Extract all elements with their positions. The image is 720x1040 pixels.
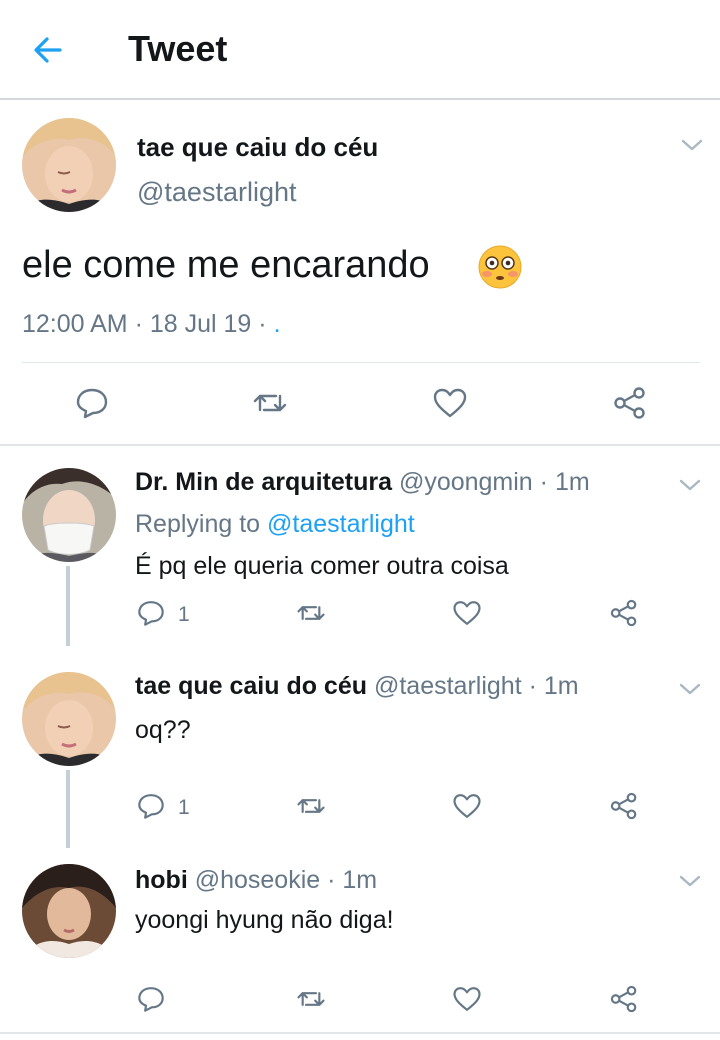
chevron-down-icon[interactable] (678, 476, 702, 494)
retweet-icon[interactable] (296, 598, 326, 628)
tweet-meta: 12:00 AM · 18 Jul 19 · . (22, 310, 281, 339)
reply-icon[interactable] (136, 598, 166, 628)
reply-count: 1 (178, 796, 190, 819)
author-name[interactable]: hobi (135, 866, 188, 894)
chevron-down-icon[interactable] (680, 136, 704, 154)
replying-to-link[interactable]: @taestarlight (267, 510, 415, 538)
meta-separator: · (134, 310, 143, 338)
arrow-left-icon[interactable] (28, 30, 68, 70)
divider (0, 1032, 720, 1034)
author-handle[interactable]: @taestarlight (374, 672, 522, 700)
chevron-down-icon[interactable] (678, 872, 702, 890)
author-handle[interactable]: @taestarlight (137, 177, 296, 208)
page-title: Tweet (128, 28, 228, 69)
flushed-face-emoji (478, 245, 522, 289)
retweet-icon[interactable] (296, 984, 326, 1014)
meta-separator: · (528, 672, 537, 700)
author-handle[interactable]: @yoongmin (399, 468, 533, 496)
avatar[interactable] (22, 118, 116, 212)
share-icon[interactable] (612, 386, 648, 420)
reply-count: 1 (178, 603, 190, 626)
author-name[interactable]: tae que caiu do céu (137, 132, 378, 163)
meta-separator: · (539, 468, 548, 496)
divider (22, 362, 700, 363)
reply-text: oq?? (135, 716, 191, 744)
tweet-time: 12:00 AM (22, 310, 128, 338)
author-name[interactable]: Dr. Min de arquitetura (135, 468, 392, 496)
tweet-date: 18 Jul 19 (149, 310, 252, 338)
reply-header: tae que caiu do céu @taestarlight · 1m (135, 672, 579, 701)
meta-separator: · (258, 310, 267, 338)
reply-time: 1m (543, 672, 579, 700)
avatar[interactable] (22, 468, 116, 562)
chevron-down-icon[interactable] (678, 680, 702, 698)
like-icon[interactable] (452, 984, 482, 1014)
main-tweet: tae que caiu do céu @taestarlight ele co… (0, 100, 720, 446)
thread-line (66, 770, 70, 848)
share-icon[interactable] (609, 791, 639, 821)
replying-to-label: Replying to (135, 510, 261, 538)
avatar[interactable] (22, 864, 116, 958)
thread-line (66, 566, 70, 646)
avatar[interactable] (22, 672, 116, 766)
reply-time: 1m (342, 866, 378, 894)
retweet-icon[interactable] (252, 386, 288, 420)
meta-separator: · (327, 866, 336, 894)
author-handle[interactable]: @hoseokie (195, 866, 320, 894)
share-icon[interactable] (609, 598, 639, 628)
reply-text: É pq ele queria comer outra coisa (135, 552, 509, 580)
reply-icon[interactable] (74, 386, 110, 420)
like-icon[interactable] (452, 791, 482, 821)
reply-icon[interactable] (136, 791, 166, 821)
reply-time: 1m (554, 468, 590, 496)
reply-text: yoongi hyung não diga! (135, 906, 394, 934)
top-bar: Tweet (0, 0, 720, 100)
author-name[interactable]: tae que caiu do céu (135, 672, 367, 700)
reply-icon[interactable] (136, 984, 166, 1014)
like-icon[interactable] (452, 598, 482, 628)
retweet-icon[interactable] (296, 791, 326, 821)
replying-to: Replying to @taestarlight (135, 510, 415, 539)
reply-header: hobi @hoseokie · 1m (135, 866, 377, 895)
reply-header: Dr. Min de arquitetura @yoongmin · 1m (135, 468, 590, 497)
like-icon[interactable] (432, 386, 468, 420)
reply-tweet: tae que caiu do céu @taestarlight · 1m o… (0, 650, 720, 848)
share-icon[interactable] (609, 984, 639, 1014)
tweet-text: ele come me encarando (22, 244, 430, 286)
tweet-source-link[interactable]: . (274, 310, 281, 338)
reply-tweet: Dr. Min de arquitetura @yoongmin · 1m Re… (0, 446, 720, 648)
reply-tweet: hobi @hoseokie · 1m yoongi hyung não dig… (0, 844, 720, 1032)
